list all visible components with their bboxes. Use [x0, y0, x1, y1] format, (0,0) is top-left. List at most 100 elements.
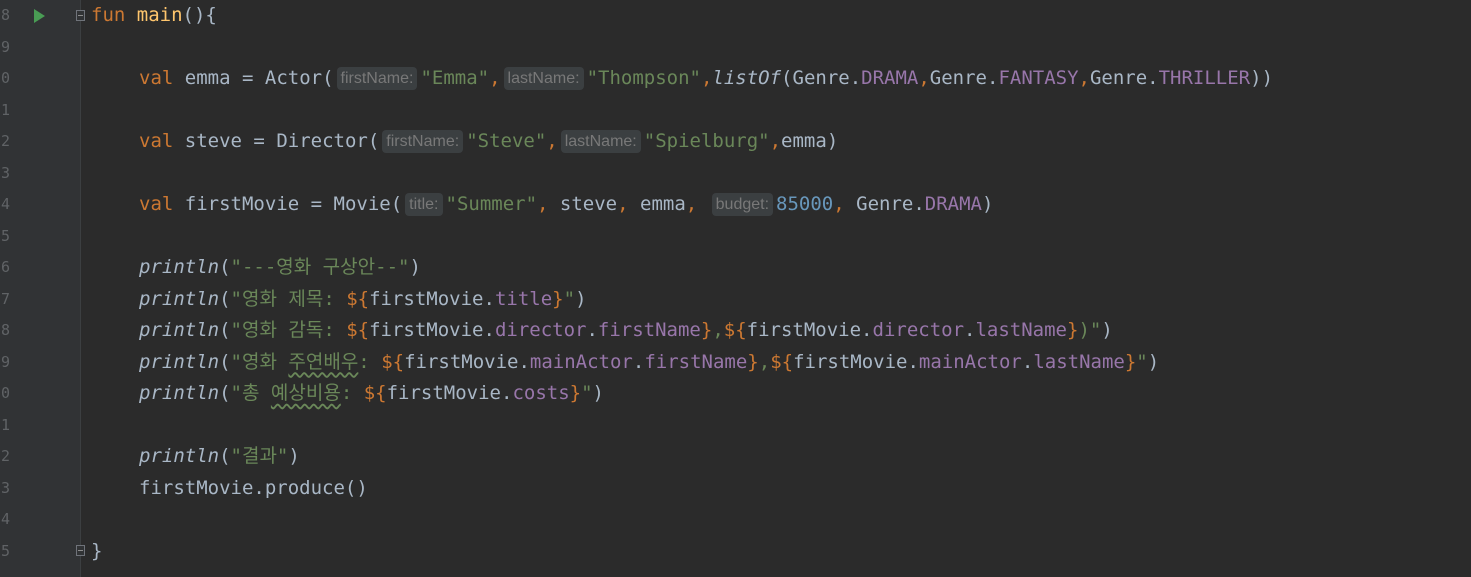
template-brace: ${ — [346, 319, 370, 341]
line-number: 8 — [0, 6, 10, 24]
run-gutter-icon[interactable] — [34, 9, 45, 23]
line-number: 1 — [0, 415, 10, 434]
function-call: println — [139, 319, 220, 341]
fold-icon[interactable] — [76, 10, 85, 21]
class-name: Movie — [333, 193, 391, 215]
template-brace: } — [700, 319, 713, 341]
comma: , — [918, 67, 930, 89]
comma: , — [833, 193, 857, 215]
paren: ) — [1147, 350, 1160, 373]
template-brace: ${ — [770, 350, 794, 373]
function-call: println — [139, 256, 220, 278]
template-brace: } — [569, 382, 582, 404]
string-literal: "영화 감독: — [230, 319, 347, 341]
line-number: 2 — [0, 132, 10, 150]
operator: = — [241, 130, 277, 152]
paren: ( — [322, 67, 334, 89]
fold-end-icon[interactable] — [76, 545, 85, 556]
number-literal: 85000 — [776, 193, 834, 215]
paren: ( — [219, 319, 231, 341]
paren: ( — [219, 256, 231, 278]
paren: ) — [288, 445, 300, 467]
line-number: 9 — [0, 37, 10, 56]
line-number: 4 — [0, 195, 10, 213]
enum-class: Genre. — [929, 67, 999, 89]
property: costs — [512, 382, 570, 404]
dot: . — [586, 319, 598, 341]
template-brace: } — [747, 350, 759, 373]
string-literal: )" — [1078, 319, 1102, 341]
keyword: val — [139, 193, 174, 215]
code-line-println-director[interactable]: println("영화 감독: ${firstMovie.director.fi… — [139, 315, 1113, 346]
line-number: 0 — [0, 69, 10, 87]
code-line-println-result[interactable]: println("결과") — [139, 441, 300, 472]
function-call: println — [139, 382, 220, 404]
paren: ( — [390, 193, 403, 215]
property: firstName — [597, 319, 701, 341]
code-line-println-actor[interactable]: println("영화 주연배우: ${firstMovie.mainActor… — [139, 347, 1159, 378]
parameter-hint: firstName: — [382, 130, 464, 153]
string-literal: , — [758, 350, 771, 373]
code-line-val-firstmovie[interactable]: val firstMovie = Movie(title: "Summer", s… — [139, 189, 993, 220]
code-line-println-title[interactable]: println("영화 제목: ${firstMovie.title}") — [139, 284, 587, 315]
paren: ( — [219, 445, 231, 467]
line-number: 5 — [0, 226, 10, 245]
enum-value: DRAMA — [861, 67, 919, 89]
string-literal: "Emma" — [420, 67, 490, 89]
template-expression: firstMovie. — [369, 319, 495, 341]
property: lastName — [975, 319, 1067, 341]
function-call: println — [139, 350, 220, 373]
string-literal: " — [563, 287, 576, 310]
code-line-val-emma[interactable]: val emma = Actor(firstName: "Emma", lastNa… — [139, 63, 1273, 94]
dot: . — [632, 350, 645, 373]
class-name: Actor — [264, 67, 323, 89]
paren: ( — [781, 67, 793, 89]
template-brace: } — [552, 287, 564, 310]
comma: , — [617, 193, 640, 215]
code-line-fun-main[interactable]: fun main(){ — [91, 0, 217, 31]
enum-class: Genre. — [856, 193, 925, 215]
parameter-hint: budget: — [711, 193, 774, 216]
enum-value: FANTASY — [998, 67, 1079, 89]
method-call: firstMovie.produce() — [139, 476, 368, 499]
code-line-produce[interactable]: firstMovie.produce() — [139, 473, 368, 504]
comma: , — [489, 67, 501, 89]
comma: , — [537, 193, 560, 215]
line-number: 9 — [0, 352, 10, 371]
argument: emma — [781, 130, 827, 152]
comma: , — [1078, 67, 1090, 89]
function-call: println — [139, 287, 220, 310]
variable-name: steve — [184, 130, 242, 152]
code-editor[interactable]: 8 9 0 1 2 3 4 5 6 7 8 9 0 1 2 3 4 5 fun … — [0, 0, 1471, 577]
parameter-hint: lastName: — [503, 67, 584, 90]
paren: ) — [1101, 319, 1113, 341]
paren: ) — [409, 256, 421, 278]
line-number: 3 — [0, 163, 10, 182]
line-number: 5 — [0, 541, 10, 560]
string-literal: "영화 — [230, 350, 289, 373]
line-number: 3 — [0, 478, 10, 497]
operator: = — [230, 67, 265, 89]
function-call: listOf — [712, 67, 782, 89]
code-line-val-steve[interactable]: val steve = Director(firstName: "Steve", l… — [139, 126, 838, 157]
property: title — [494, 287, 553, 310]
line-number: 4 — [0, 510, 10, 528]
template-expression: firstMovie. — [369, 287, 495, 310]
code-line-closing-brace[interactable]: } — [91, 536, 102, 567]
dot: . — [1021, 350, 1034, 373]
code-line-println-costs[interactable]: println("총 예상비용: ${firstMovie.costs}") — [139, 378, 604, 409]
property: director — [872, 319, 965, 341]
enum-class: Genre. — [1089, 67, 1159, 89]
typo-highlight: 주연배우 — [288, 350, 359, 373]
paren: ) — [826, 130, 839, 152]
code-line-println-header[interactable]: println("---영화 구상안--") — [139, 252, 421, 283]
closing-brace: } — [91, 539, 103, 562]
string-literal: " — [1136, 350, 1148, 373]
property: mainActor — [918, 350, 1022, 373]
dot: . — [964, 319, 976, 341]
keyword: fun — [91, 4, 126, 26]
string-literal: , — [712, 319, 724, 341]
template-expression: firstMovie. — [793, 350, 919, 373]
enum-class: Genre. — [792, 67, 862, 89]
template-expression: firstMovie. — [746, 319, 873, 341]
